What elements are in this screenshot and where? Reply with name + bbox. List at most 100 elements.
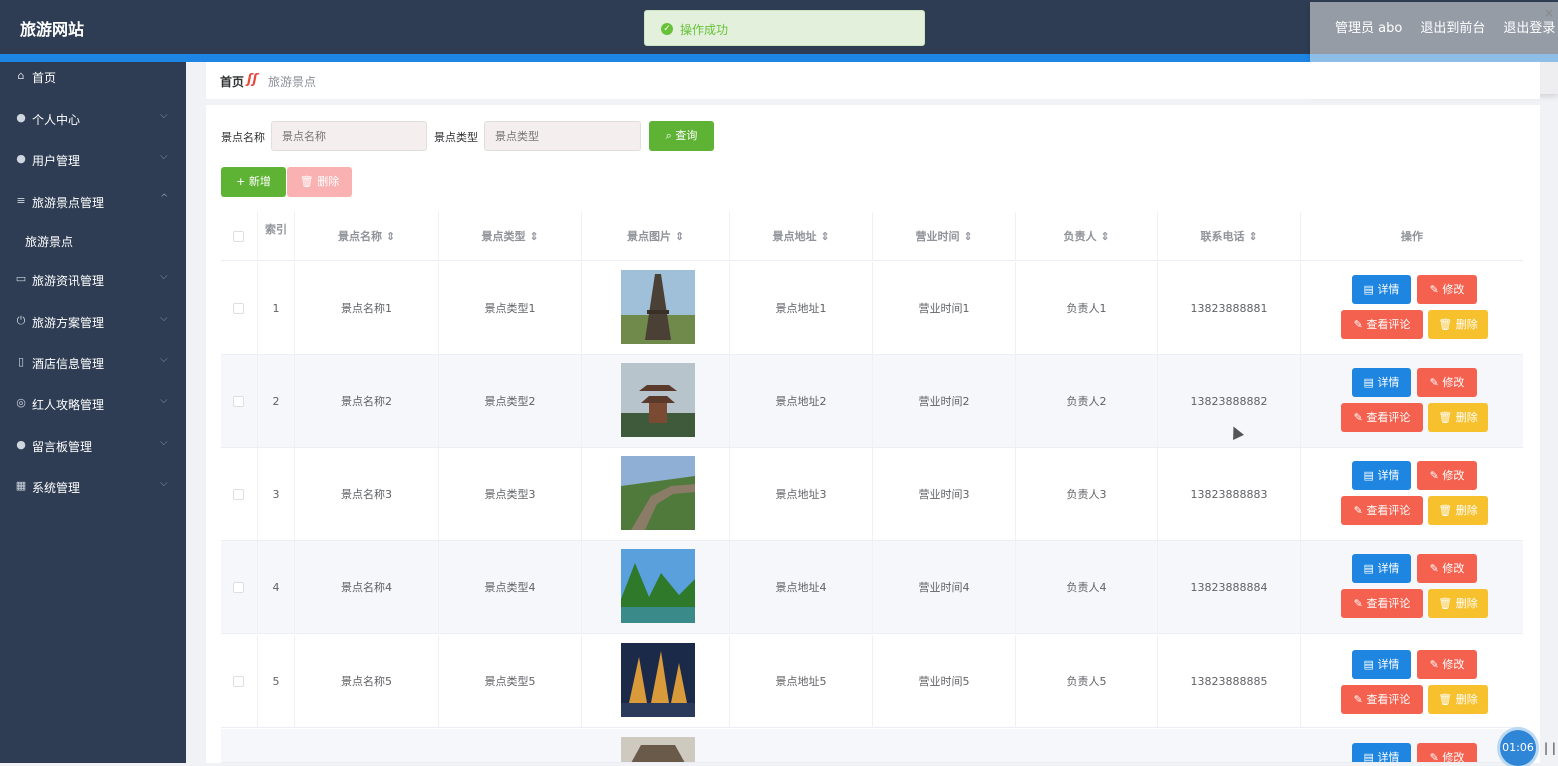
edit-button[interactable]: ✎ 修改 [1417,461,1477,490]
row-delete-button[interactable]: 🗑 删除 [1428,496,1488,525]
checkbox-cell [221,448,258,541]
col-address-label: 景点地址 [772,230,817,243]
sidebar-item-profile[interactable]: ● 个人中心 ⌵ [0,104,186,134]
row-checkbox[interactable] [233,582,244,593]
pagoda-image[interactable] [621,363,695,437]
row-checkbox[interactable] [233,489,244,500]
row-checkbox[interactable] [233,396,244,407]
select-all-checkbox[interactable] [233,231,244,242]
sidebar-item-news[interactable]: ▭ 旅游资讯管理 ⌵ [0,265,186,295]
view-comments-button[interactable]: ✎ 查看评论 [1341,403,1423,432]
row-checkbox[interactable] [233,676,244,687]
type-cell: 景点类型2 [439,355,582,448]
top-nav: 管理员 abo 退出到前台 退出登录 [1335,17,1555,36]
partial-image[interactable] [621,737,695,763]
sidebar-subitem-spots[interactable]: 旅游景点 [0,226,186,256]
great-wall-image[interactable] [621,456,695,530]
view-comments-button[interactable]: ✎ 查看评论 [1341,310,1423,339]
add-button-label: 新增 [248,175,271,188]
sidebar-item-label: 个人中心 [32,113,81,127]
sidebar-item-label: 用户管理 [32,154,81,168]
add-button[interactable]: + 新增 [221,167,286,197]
sidebar-item-home[interactable]: ⌂ 首页 [0,62,186,92]
col-type[interactable]: 景点类型 ⇕ [439,212,582,261]
type-cell: 景点类型4 [439,541,582,634]
detail-button[interactable]: ▤ 详情 [1352,743,1411,763]
hours-cell: 营业时间2 [873,355,1016,448]
detail-label: 详情 [1377,376,1400,389]
name-search-input[interactable] [271,121,427,151]
view-comments-button[interactable]: ✎ 查看评论 [1341,496,1423,525]
row-delete-button[interactable]: 🗑 删除 [1428,685,1488,714]
breadcrumb-home[interactable]: 首页 [220,73,244,90]
checkbox-cell [221,541,258,634]
query-button[interactable]: ⌕ 查询 [649,121,714,151]
nav-front-link[interactable]: 退出到前台 [1420,17,1485,36]
detail-button[interactable]: ▤ 详情 [1352,650,1411,679]
sidebar-item-guides[interactable]: ◎ 红人攻略管理 ⌵ [0,389,186,419]
detail-label: 详情 [1377,658,1400,671]
recording-timer[interactable]: 01:06 [1500,730,1536,766]
row-delete-button[interactable]: 🗑 删除 [1428,589,1488,618]
sidebar-subitem-label: 旅游景点 [25,235,74,249]
nav-logout-link[interactable]: 退出登录 [1503,17,1555,36]
trash-icon: 🗑 [299,175,318,188]
karst-lake-image[interactable] [621,549,695,623]
row-checkbox[interactable] [233,303,244,314]
name-cell: 景点名称3 [295,448,439,541]
address-cell: 景点地址2 [730,355,873,448]
name-cell: 景点名称4 [295,541,439,634]
col-index[interactable]: 索引 [258,212,295,261]
col-phone[interactable]: 联系电话 ⇕ [1158,212,1301,261]
sidebar-item-label: 红人攻略管理 [32,398,105,412]
col-image[interactable]: 景点图片 ⇕ [582,212,730,261]
sidebar-item-system[interactable]: ▦ 系统管理 ⌵ [0,472,186,502]
detail-button[interactable]: ▤ 详情 [1352,554,1411,583]
sidebar-item-users[interactable]: ● 用户管理 ⌵ [0,145,186,175]
search-icon: ⌕ [665,129,676,142]
detail-button[interactable]: ▤ 详情 [1352,461,1411,490]
sidebar-item-hotels[interactable]: ▯ 酒店信息管理 ⌵ [0,348,186,378]
sidebar-item-plans[interactable]: ⏻ 旅游方案管理 ⌵ [0,307,186,337]
sidebar: ⌂ 首页 ● 个人中心 ⌵ ● 用户管理 ⌵ ≡ 旅游景点管理 ^ 旅游景点 ▭ 旅游资讯管理 ⌵… [0,62,186,763]
hours-cell: 营业时间3 [873,448,1016,541]
sidebar-item-spots[interactable]: ≡ 旅游景点管理 ^ [0,187,186,217]
edit-button[interactable]: ✎ 修改 [1417,368,1477,397]
checkbox-cell [221,262,258,355]
sail-building-image[interactable] [621,643,695,717]
col-name[interactable]: 景点名称 ⇕ [295,212,439,261]
edit-button[interactable]: ✎ 修改 [1417,650,1477,679]
hours-cell: 营业时间5 [873,635,1016,728]
user-icon: ● [16,438,26,451]
eiffel-tower-image[interactable] [621,270,695,344]
success-toast: ✓ 操作成功 [644,10,925,46]
owner-cell: 负责人5 [1016,635,1158,728]
phone-cell: 13823888881 [1158,262,1301,355]
view-comments-button[interactable]: ✎ 查看评论 [1341,685,1423,714]
edit-button[interactable]: ✎ 修改 [1417,743,1477,762]
phone-cell: 13823888883 [1158,448,1301,541]
delete-button[interactable]: 🗑 删除 [287,167,352,197]
compass-icon: ◎ [16,396,26,409]
col-hours[interactable]: 营业时间 ⇕ [873,212,1016,261]
edit-button[interactable]: ✎ 修改 [1417,554,1477,583]
col-image-label: 景点图片 [626,230,671,243]
address-cell: 景点地址3 [730,448,873,541]
phone-cell: 13823888885 [1158,635,1301,728]
pause-icon[interactable]: | | [1544,741,1556,755]
edit-button[interactable]: ✎ 修改 [1417,275,1477,304]
row-delete-button[interactable]: 🗑 删除 [1428,310,1488,339]
detail-button[interactable]: ▤ 详情 [1352,368,1411,397]
detail-label: 详情 [1377,751,1400,763]
pin-icon: ● [16,152,26,165]
type-search-input[interactable] [484,121,641,151]
building-icon: ▯ [17,355,25,368]
view-comments-button[interactable]: ✎ 查看评论 [1341,589,1423,618]
col-address[interactable]: 景点地址 ⇕ [730,212,873,261]
sidebar-item-guestbook[interactable]: ● 留言板管理 ⌵ [0,431,186,461]
col-owner[interactable]: 负责人 ⇕ [1016,212,1158,261]
row-delete-button[interactable]: 🗑 删除 [1428,403,1488,432]
detail-button[interactable]: ▤ 详情 [1352,275,1411,304]
breadcrumb: 首页 ʃʃ 旅游景点 [206,62,1540,99]
sort-icon: ⇕ [529,230,539,243]
